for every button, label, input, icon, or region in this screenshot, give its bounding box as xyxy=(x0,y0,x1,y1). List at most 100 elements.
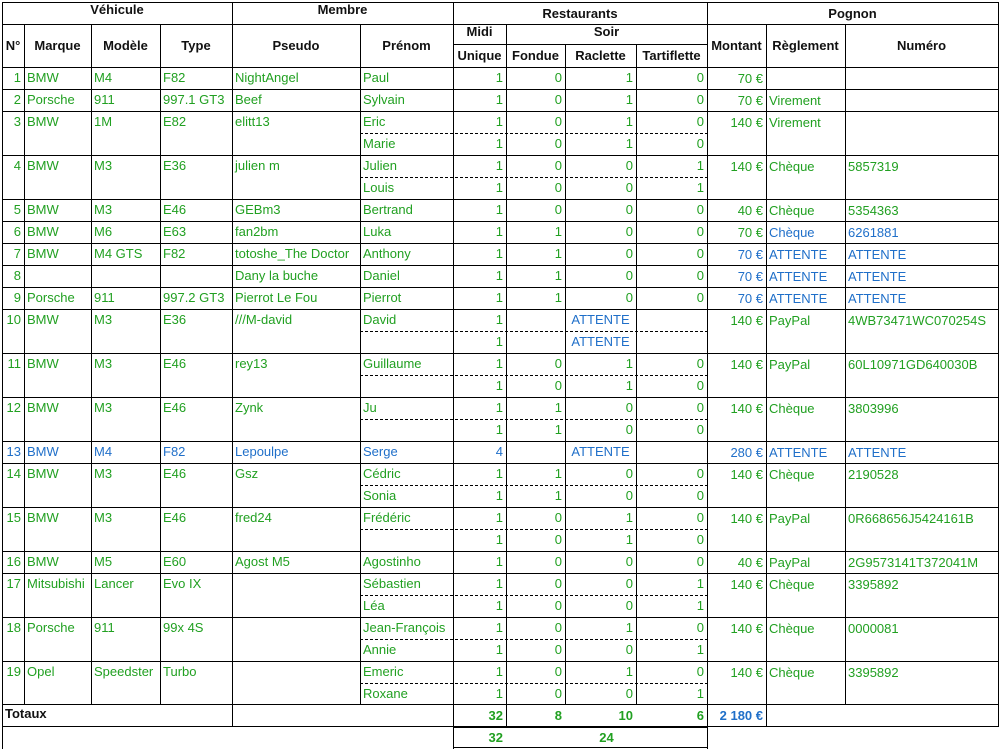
cell-prenom: Frédéric xyxy=(363,510,411,525)
cell-marque: BMW xyxy=(27,224,59,239)
group-header-pognon: Pognon xyxy=(828,6,877,21)
cell-prenom: Eric xyxy=(363,114,386,129)
column-header-marque: Marque xyxy=(34,38,81,53)
cell-raclette: 0 xyxy=(625,466,633,481)
cell-tartiflette: 0 xyxy=(696,70,704,85)
cell-unique: 1 xyxy=(495,136,503,151)
cell-fondue: 0 xyxy=(554,642,562,657)
cell-montant: 70 € xyxy=(737,269,763,284)
cell-reglement: Virement xyxy=(769,93,821,108)
cell-tartiflette: 0 xyxy=(696,466,704,481)
cell-numero: 3803996 xyxy=(848,401,899,416)
cell-num: 3 xyxy=(13,114,21,129)
cell-modele: M4 xyxy=(94,444,113,459)
cell-marque: Opel xyxy=(27,664,55,679)
cell-reglement: Chèque xyxy=(769,203,815,218)
column-header-reglement: Règlement xyxy=(772,38,839,53)
cell-pseudo: Beef xyxy=(235,92,262,107)
cell-type: E46 xyxy=(163,356,187,371)
cell-montant: 140 € xyxy=(730,357,763,372)
cell-num: 2 xyxy=(13,92,21,107)
cell-num: 13 xyxy=(6,444,21,459)
cell-num: 7 xyxy=(13,246,21,261)
cell-tartiflette: 0 xyxy=(696,532,704,547)
column-header-type: Type xyxy=(181,38,211,53)
cell-unique: 1 xyxy=(495,158,503,173)
cell-raclette: 0 xyxy=(625,554,633,569)
cell-pseudo: Dany la buche xyxy=(235,268,319,283)
cell-tartiflette: 1 xyxy=(696,158,704,173)
cell-numero: 5857319 xyxy=(848,159,899,174)
cell-num: 8 xyxy=(13,268,21,283)
cell-montant: 140 € xyxy=(730,665,763,680)
group-header-restaurants: Restaurants xyxy=(542,6,618,21)
cell-marque: Porsche xyxy=(27,290,75,305)
cell-fondue: 0 xyxy=(554,554,562,569)
column-header-num: N° xyxy=(5,38,21,53)
cell-num: 14 xyxy=(6,466,21,481)
cell-type: 997.1 GT3 xyxy=(163,92,225,107)
cell-reglement: Chèque xyxy=(769,225,815,240)
grid-line xyxy=(2,287,999,288)
column-header-numero: Numéro xyxy=(896,38,947,53)
cell-type: Turbo xyxy=(163,664,197,679)
cell-unique: 1 xyxy=(495,686,503,701)
cell-fondue: 0 xyxy=(554,136,562,151)
cell-fondue: 0 xyxy=(554,686,562,701)
cell-num: 18 xyxy=(6,620,21,635)
cell-prenom: Sylvain xyxy=(363,92,405,107)
cell-raclette: 1 xyxy=(625,356,633,371)
cell-montant: 70 € xyxy=(737,247,763,262)
cell-unique: 1 xyxy=(495,422,503,437)
grid-line xyxy=(2,111,999,112)
grid-line xyxy=(2,397,999,398)
grid-line xyxy=(2,661,999,662)
cell-pseudo: fred24 xyxy=(235,510,272,525)
totals-label: Totaux xyxy=(5,706,47,721)
cell-fondue: 0 xyxy=(554,356,562,371)
cell-unique: 1 xyxy=(495,488,503,503)
cell-soir-attente: ATTENTE xyxy=(571,444,630,459)
cell-raclette: 1 xyxy=(625,114,633,129)
cell-tartiflette: 0 xyxy=(696,488,704,503)
cell-num: 4 xyxy=(13,158,21,173)
grid-line xyxy=(2,155,999,156)
total-midi: 32 xyxy=(488,730,503,745)
cell-tartiflette: 0 xyxy=(696,268,704,283)
cell-num: 1 xyxy=(13,70,21,85)
grid-line xyxy=(2,309,999,310)
cell-prenom: Serge xyxy=(363,444,398,459)
cell-marque: BMW xyxy=(27,554,59,569)
cell-tartiflette: 0 xyxy=(696,510,704,525)
cell-tartiflette: 0 xyxy=(696,92,704,107)
cell-unique: 1 xyxy=(495,268,503,283)
cell-pseudo: Agost M5 xyxy=(235,554,290,569)
grid-line xyxy=(453,727,708,728)
cell-raclette: 1 xyxy=(625,136,633,151)
cell-fondue: 0 xyxy=(554,114,562,129)
cell-unique: 1 xyxy=(495,290,503,305)
cell-type: F82 xyxy=(163,444,186,459)
cell-num: 15 xyxy=(6,510,21,525)
group-header-vehicule: Véhicule xyxy=(90,2,144,17)
cell-pseudo: elitt13 xyxy=(235,114,270,129)
column-header-unique: Unique xyxy=(457,48,502,63)
cell-type: 99x 4S xyxy=(163,620,204,635)
cell-prenom: Annie xyxy=(363,642,397,657)
cell-num: 6 xyxy=(13,224,21,239)
cell-reglement: Chèque xyxy=(769,577,815,592)
column-header-raclette: Raclette xyxy=(575,48,626,63)
cell-modele: M3 xyxy=(94,356,113,371)
cell-num: 16 xyxy=(6,554,21,569)
cell-type: E46 xyxy=(163,400,187,415)
grid-line xyxy=(766,24,767,727)
grid-line xyxy=(2,704,999,705)
cell-prenom: Bertrand xyxy=(363,202,413,217)
cell-prenom: Louis xyxy=(363,180,395,195)
grid-line xyxy=(360,485,708,486)
cell-numero: 0000081 xyxy=(848,621,899,636)
cell-prenom: Ju xyxy=(363,400,377,415)
cell-unique: 1 xyxy=(495,576,503,591)
cell-marque: BMW xyxy=(27,444,59,459)
cell-marque: Porsche xyxy=(27,92,75,107)
